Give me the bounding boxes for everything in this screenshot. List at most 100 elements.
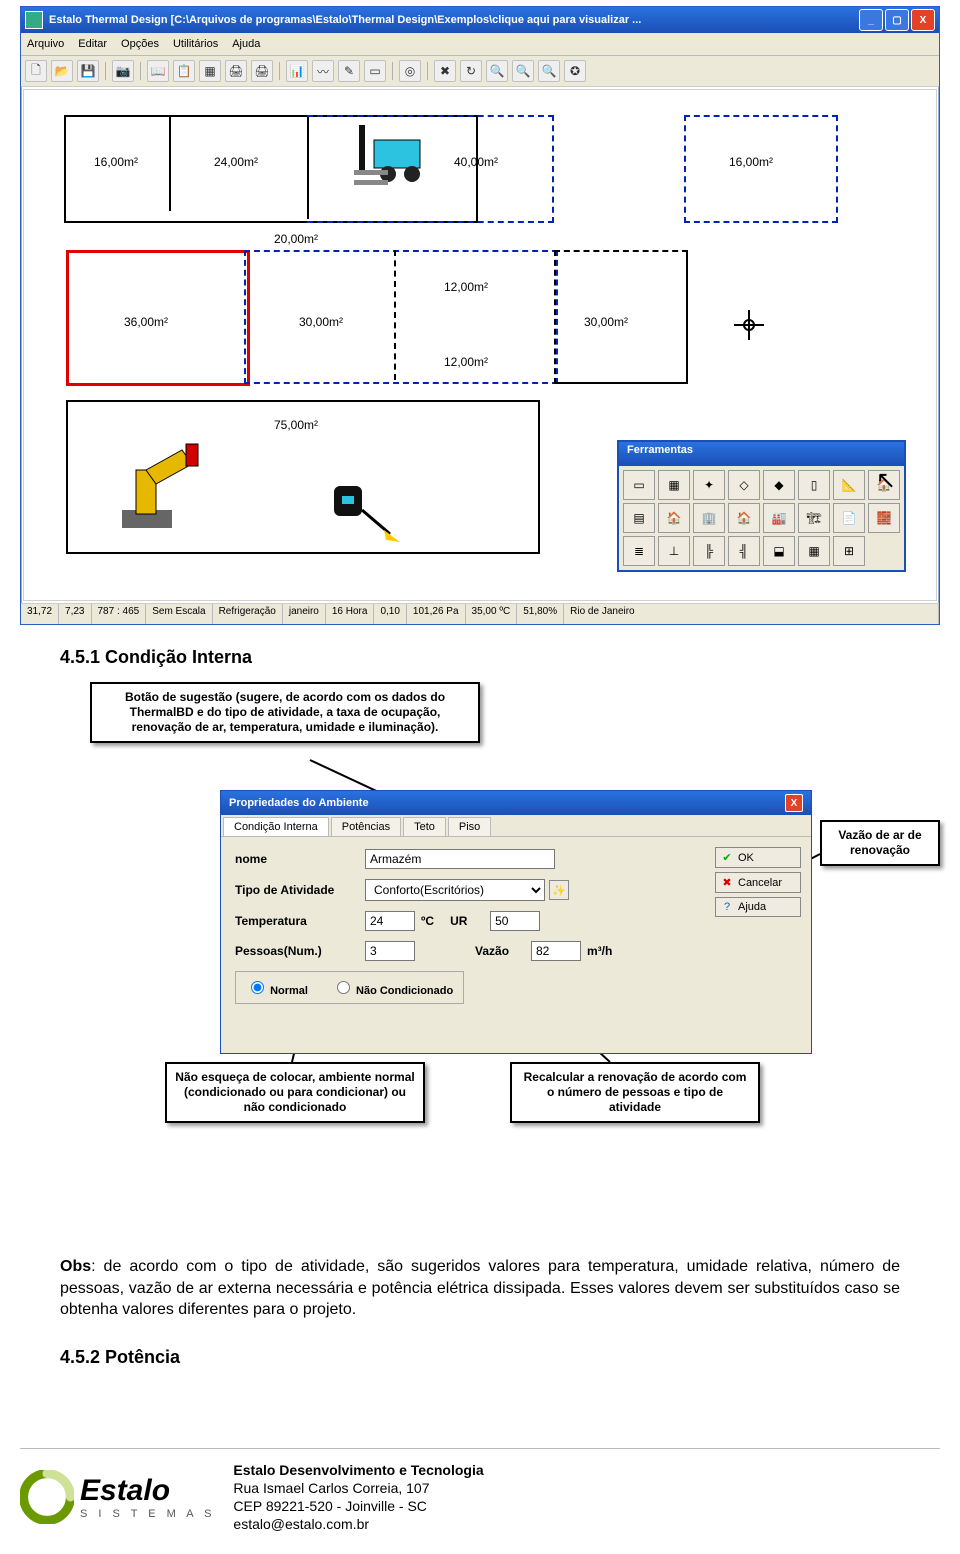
status-cell: Refrigeração	[213, 604, 283, 624]
maximize-button[interactable]: ▢	[885, 9, 909, 31]
tb-save-icon[interactable]: 💾	[77, 60, 99, 82]
menu-opcoes[interactable]: Opções	[121, 38, 159, 50]
logo-icon	[20, 1470, 74, 1524]
input-pessoas[interactable]	[365, 941, 415, 961]
room-label: 12,00m²	[444, 355, 488, 369]
tab-potencias[interactable]: Potências	[331, 817, 401, 836]
menu-arquivo[interactable]: Arquivo	[27, 38, 64, 50]
tb-wave-icon[interactable]: 〰	[312, 60, 334, 82]
tab-teto[interactable]: Teto	[403, 817, 446, 836]
tool-icon[interactable]: ▤	[623, 503, 655, 533]
app-icon	[25, 11, 43, 29]
tb-preview-icon[interactable]: 🖨	[251, 60, 273, 82]
wall-seg	[169, 115, 171, 211]
tab-condicao[interactable]: Condição Interna	[223, 817, 329, 836]
label-tipo: Tipo de Atividade	[235, 883, 365, 897]
status-cell: 16 Hora	[326, 604, 375, 624]
tb-select-icon[interactable]: ▭	[364, 60, 386, 82]
tb-clipboard-icon[interactable]: 📋	[173, 60, 195, 82]
tb-open-icon[interactable]: 📂	[51, 60, 73, 82]
cancel-button[interactable]: ✖Cancelar	[715, 872, 801, 893]
drawing-canvas[interactable]: 16,00m² 24,00m² 40,00m² 16,00m² 20,00m² …	[23, 89, 937, 601]
tab-piso[interactable]: Piso	[448, 817, 491, 836]
room-label: 75,00m²	[274, 418, 318, 432]
tool-icon[interactable]: 📄	[833, 503, 865, 533]
status-cell: 787 : 465	[92, 604, 147, 624]
wall-seg	[394, 250, 398, 380]
tool-icon[interactable]: ≣	[623, 536, 655, 566]
tool-icon[interactable]: ▦	[798, 536, 830, 566]
suggest-button[interactable]: ✨	[549, 880, 569, 900]
tool-icon[interactable]: ▦	[658, 470, 690, 500]
tb-zoomout-icon[interactable]: 🔍	[512, 60, 534, 82]
label-nome: nome	[235, 852, 365, 866]
room-label: 20,00m²	[274, 232, 318, 246]
tool-icon[interactable]: 📐	[833, 470, 865, 500]
footer-logo: Estalo S I S T E M A S	[20, 1470, 215, 1524]
tool-icon[interactable]: ⊥	[658, 536, 690, 566]
tools-panel-title: Ferramentas	[619, 442, 904, 466]
status-cell: janeiro	[283, 604, 326, 624]
ok-button[interactable]: ✔OK	[715, 847, 801, 868]
status-cell: 0,10	[374, 604, 406, 624]
tool-icon[interactable]: 🏗	[798, 503, 830, 533]
footer-line: estalo@estalo.com.br	[233, 1515, 483, 1533]
tool-icon[interactable]: ╣	[728, 536, 760, 566]
input-ur[interactable]	[490, 911, 540, 931]
menu-utilitarios[interactable]: Utilitários	[173, 38, 218, 50]
tb-bars-icon[interactable]: 📊	[286, 60, 308, 82]
room-label: 36,00m²	[124, 315, 168, 329]
footer-line: CEP 89221-520 - Joinville - SC	[233, 1497, 483, 1515]
tool-icon[interactable]: 🏭	[763, 503, 795, 533]
tb-zoomfit-icon[interactable]: 🔍	[538, 60, 560, 82]
tool-icon[interactable]: ⬓	[763, 536, 795, 566]
select-tipo[interactable]: Conforto(Escritórios)	[365, 879, 545, 901]
tool-icon[interactable]: ▭	[623, 470, 655, 500]
tools-panel[interactable]: Ferramentas ↖ ▭ ▦ ✦ ◇ ◆ ▯ 📐 🏠 ▤ 🏠 🏢 🏠 🏭	[617, 440, 906, 572]
tool-icon[interactable]: ╠	[693, 536, 725, 566]
tool-icon[interactable]: ◇	[728, 470, 760, 500]
tool-icon[interactable]: ▯	[798, 470, 830, 500]
radio-normal[interactable]: Normal	[246, 978, 308, 997]
tool-icon[interactable]: 🏠	[658, 503, 690, 533]
help-button[interactable]: ?Ajuda	[715, 897, 801, 917]
tool-icon[interactable]: ✦	[693, 470, 725, 500]
tool-icon[interactable]: ◆	[763, 470, 795, 500]
callouts-area: Botão de sugestão (sugere, de acordo com…	[20, 682, 940, 1242]
toolbar: 🗋 📂 💾 📷 📖 📋 ▦ 🖨 🖨 📊 〰 ✎ ▭ ◎ ✖ ↻ 🔍 🔍 🔍 ✪	[21, 56, 939, 87]
input-vazao[interactable]	[531, 941, 581, 961]
radio-nao-cond[interactable]: Não Condicionado	[332, 978, 453, 997]
tb-book-icon[interactable]: 📖	[147, 60, 169, 82]
menu-ajuda[interactable]: Ajuda	[232, 38, 260, 50]
status-cell: 7,23	[59, 604, 91, 624]
title-bar: Estalo Thermal Design [C:\Arquivos de pr…	[21, 7, 939, 33]
tb-compass-icon[interactable]: ✪	[564, 60, 586, 82]
room-label: 30,00m²	[584, 315, 628, 329]
tb-delete-icon[interactable]: ✖	[434, 60, 456, 82]
tb-print-icon[interactable]: 🖨	[225, 60, 247, 82]
tool-icon[interactable]: ⊞	[833, 536, 865, 566]
tb-target-icon[interactable]: ◎	[399, 60, 421, 82]
tool-icon[interactable]: 🏢	[693, 503, 725, 533]
footer-line: Rua Ismael Carlos Correia, 107	[233, 1479, 483, 1497]
tb-grid-icon[interactable]: ▦	[199, 60, 221, 82]
close-button[interactable]: X	[911, 9, 935, 31]
input-nome[interactable]	[365, 849, 555, 869]
tool-icon[interactable]: 🏠	[728, 503, 760, 533]
menu-editar[interactable]: Editar	[78, 38, 107, 50]
welder-icon	[324, 480, 404, 550]
section-heading-2: 4.5.2 Potência	[60, 1347, 940, 1368]
tool-icon[interactable]: 🧱	[868, 503, 900, 533]
dialog-close-button[interactable]: X	[785, 794, 803, 812]
tb-zoomin-icon[interactable]: 🔍	[486, 60, 508, 82]
tb-wand-icon[interactable]: ✎	[338, 60, 360, 82]
room-label: 24,00m²	[214, 155, 258, 169]
footer-line: Estalo Desenvolvimento e Tecnologia	[233, 1461, 483, 1479]
tb-refresh-icon[interactable]: ↻	[460, 60, 482, 82]
tb-camera-icon[interactable]: 📷	[112, 60, 134, 82]
minimize-button[interactable]: _	[859, 9, 883, 31]
callout-normal: Não esqueça de colocar, ambiente normal …	[165, 1062, 425, 1123]
tb-new-icon[interactable]: 🗋	[25, 60, 47, 82]
status-cell: 51,80%	[517, 604, 564, 624]
input-temp[interactable]	[365, 911, 415, 931]
